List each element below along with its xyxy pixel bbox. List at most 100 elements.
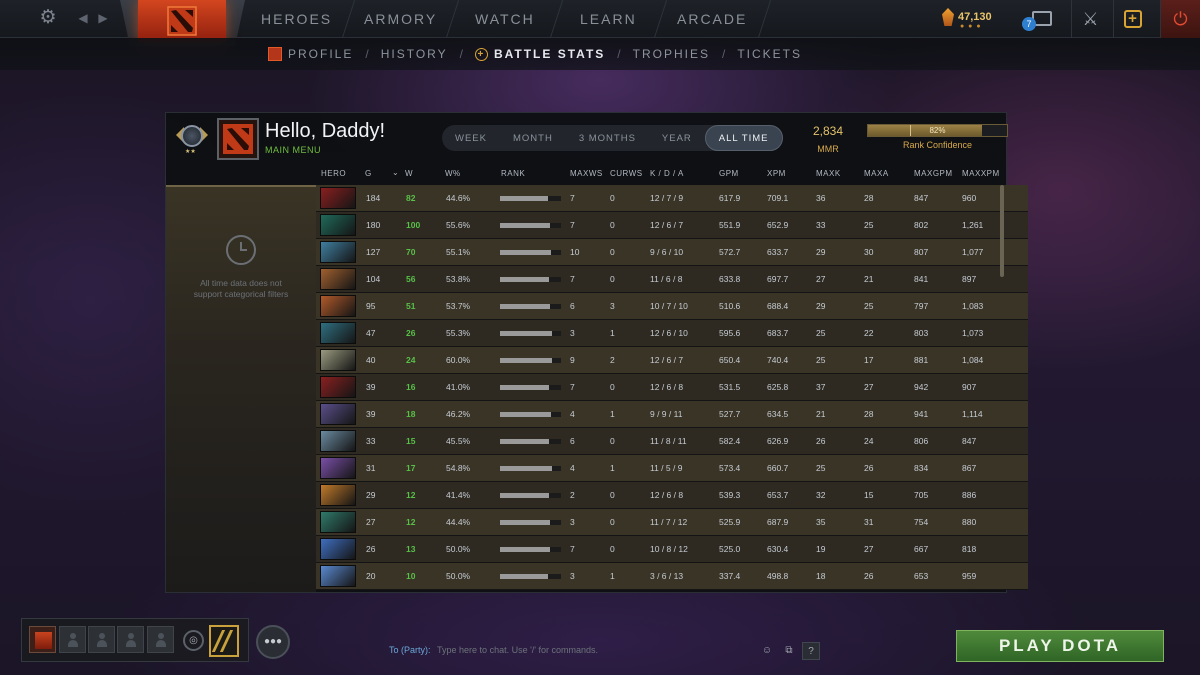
period-week[interactable]: WEEK bbox=[442, 125, 500, 151]
hero-portrait[interactable] bbox=[320, 376, 356, 398]
hero-portrait[interactable] bbox=[320, 322, 356, 344]
power-button[interactable]: ⏻ bbox=[1160, 0, 1200, 38]
chat-input[interactable] bbox=[437, 645, 738, 655]
emoji-icon[interactable]: ☺ bbox=[758, 642, 776, 660]
column-header-maxk[interactable]: MAXK bbox=[816, 169, 841, 178]
column-header-maxa[interactable]: MAXA bbox=[864, 169, 889, 178]
cell-xpm: 626.9 bbox=[767, 436, 789, 446]
tab-arcade[interactable]: ARCADE bbox=[654, 0, 772, 38]
table-row[interactable]: 39 16 41.0% 7 0 12 / 6 / 8 531.5 625.8 37 27 942 90… bbox=[316, 374, 1028, 401]
column-header-maxws[interactable]: MAXWS bbox=[570, 169, 603, 178]
forward-arrow-icon[interactable]: ▶ bbox=[96, 9, 110, 27]
party-slot-empty[interactable] bbox=[59, 626, 86, 653]
voice-chat-icon[interactable]: ◎ bbox=[183, 630, 204, 651]
help-icon[interactable]: ? bbox=[802, 642, 820, 660]
cell-curws: 0 bbox=[610, 490, 615, 500]
dota-plus-badge-icon[interactable] bbox=[209, 625, 239, 657]
party-slot-empty[interactable] bbox=[117, 626, 144, 653]
notification-badge[interactable]: 7 bbox=[1022, 17, 1036, 31]
column-header-wpct[interactable]: W% bbox=[445, 169, 461, 178]
period-3-months[interactable]: 3 MONTHS bbox=[566, 125, 649, 151]
back-arrow-icon[interactable]: ◀ bbox=[76, 9, 90, 27]
hero-portrait[interactable] bbox=[320, 538, 356, 560]
dota-logo-button[interactable] bbox=[138, 0, 226, 42]
chat-channel[interactable]: To (Party): bbox=[389, 645, 431, 655]
table-row[interactable]: 127 70 55.1% 10 0 9 / 6 / 10 572.7 633.7 29 30 807… bbox=[316, 239, 1028, 266]
friends-button[interactable]: ●●● bbox=[256, 625, 290, 659]
tab-armory[interactable]: ARMORY bbox=[342, 0, 460, 38]
period-all-time[interactable]: ALL TIME bbox=[704, 125, 783, 151]
column-header-curws[interactable]: CURWS bbox=[610, 169, 643, 178]
hero-portrait[interactable] bbox=[320, 187, 356, 209]
hero-portrait[interactable] bbox=[320, 295, 356, 317]
table-row[interactable]: 95 51 53.7% 6 3 10 / 7 / 10 510.6 688.4 29 25 797 1… bbox=[316, 293, 1028, 320]
cell-wp: 46.2% bbox=[446, 409, 471, 419]
hero-portrait[interactable] bbox=[320, 241, 356, 263]
table-row[interactable]: 27 12 44.4% 3 0 11 / 7 / 12 525.9 687.9 35 31 754 8… bbox=[316, 509, 1028, 536]
table-row[interactable]: 31 17 54.8% 4 1 11 / 5 / 9 573.4 660.7 25 26 834 86… bbox=[316, 455, 1028, 482]
settings-gear-icon[interactable]: ⚙ bbox=[38, 8, 58, 28]
column-header-w[interactable]: W bbox=[405, 169, 413, 178]
cell-kda: 12 / 6 / 7 bbox=[650, 355, 684, 365]
subnav-tickets[interactable]: TICKETS bbox=[737, 47, 802, 61]
table-row[interactable]: 47 26 55.3% 3 1 12 / 6 / 10 595.6 683.7 25 22 803 1… bbox=[316, 320, 1028, 347]
cell-maxxpm: 886 bbox=[962, 490, 977, 500]
subnav-trophies[interactable]: TROPHIES bbox=[633, 47, 710, 61]
table-row[interactable]: 39 18 46.2% 4 1 9 / 9 / 11 527.7 634.5 21 28 941 1,… bbox=[316, 401, 1028, 428]
table-row[interactable]: 20 10 50.0% 3 1 3 / 6 / 13 337.4 498.8 18 26 653 95… bbox=[316, 563, 1028, 590]
party-slot-empty[interactable] bbox=[88, 626, 115, 653]
hero-portrait[interactable] bbox=[320, 565, 356, 587]
shards-display[interactable]: 47,130 ● ● ● bbox=[942, 8, 992, 30]
period-year[interactable]: YEAR bbox=[649, 125, 705, 151]
table-row[interactable]: 40 24 60.0% 9 2 12 / 6 / 7 650.4 740.4 25 17 881 1,… bbox=[316, 347, 1028, 374]
cell-maxgpm: 806 bbox=[914, 436, 929, 446]
rank-bar-fill bbox=[500, 277, 549, 282]
tab-watch[interactable]: WATCH bbox=[446, 0, 564, 38]
table-row[interactable]: 180 100 55.6% 7 0 12 / 6 / 7 551.9 652.9 33 25 802… bbox=[316, 212, 1028, 239]
cell-xpm: 634.5 bbox=[767, 409, 789, 419]
subnav-profile[interactable]: PROFILE bbox=[268, 47, 353, 61]
subnav-history[interactable]: HISTORY bbox=[381, 47, 448, 61]
tab-learn[interactable]: LEARN bbox=[550, 0, 668, 38]
hero-portrait[interactable] bbox=[320, 457, 356, 479]
table-row[interactable]: 104 56 53.8% 7 0 11 / 6 / 8 633.8 697.7 27 21 841 8… bbox=[316, 266, 1028, 293]
column-header-maxxpm[interactable]: MAXXPM bbox=[962, 169, 1000, 178]
rank-bar bbox=[500, 196, 561, 201]
hero-portrait[interactable] bbox=[320, 484, 356, 506]
hero-portrait[interactable] bbox=[320, 214, 356, 236]
screenshot-icon[interactable]: ⧉ bbox=[780, 642, 798, 660]
dota-plus-button[interactable]: + bbox=[1113, 0, 1151, 38]
hero-portrait[interactable] bbox=[320, 268, 356, 290]
hero-portrait[interactable] bbox=[320, 403, 356, 425]
column-header-maxgpm[interactable]: MAXGPM bbox=[914, 169, 953, 178]
cell-maxws: 4 bbox=[570, 409, 575, 419]
party-slot-empty[interactable] bbox=[147, 626, 174, 653]
subnav-battle-stats[interactable]: + BATTLE STATS bbox=[474, 47, 605, 61]
shard-icon bbox=[942, 8, 954, 26]
inventory-icon[interactable]: ⚔ bbox=[1071, 0, 1109, 38]
column-header-rank[interactable]: RANK bbox=[501, 169, 525, 178]
avatar[interactable] bbox=[217, 118, 259, 160]
stats-table-body[interactable]: 184 82 44.6% 7 0 12 / 7 / 9 617.9 709.1 36 28 847 9… bbox=[316, 185, 1028, 592]
hero-portrait[interactable] bbox=[320, 349, 356, 371]
table-scrollbar[interactable] bbox=[1000, 185, 1004, 277]
hero-portrait[interactable] bbox=[320, 430, 356, 452]
play-dota-button[interactable]: PLAY DOTA bbox=[956, 630, 1164, 662]
table-row[interactable]: 33 15 45.5% 6 0 11 / 8 / 11 582.4 626.9 26 24 806 8… bbox=[316, 428, 1028, 455]
table-row[interactable]: 184 82 44.6% 7 0 12 / 7 / 9 617.9 709.1 36 28 847 9… bbox=[316, 185, 1028, 212]
hero-portrait[interactable] bbox=[320, 511, 356, 533]
table-row[interactable]: 26 13 50.0% 7 0 10 / 8 / 12 525.0 630.4 19 27 667 8… bbox=[316, 536, 1028, 563]
column-header-k-d-a[interactable]: K / D / A bbox=[650, 169, 684, 178]
column-header-gpm[interactable]: GPM bbox=[719, 169, 739, 178]
cell-maxxpm: 1,261 bbox=[962, 220, 984, 230]
cell-maxxpm: 1,114 bbox=[962, 409, 983, 419]
tab-heroes[interactable]: HEROES bbox=[238, 0, 356, 38]
column-header-xpm[interactable]: XPM bbox=[767, 169, 786, 178]
column-header-g[interactable]: G bbox=[365, 169, 372, 178]
party-slot-self[interactable] bbox=[29, 626, 56, 653]
column-header-hero[interactable]: HERO bbox=[321, 169, 346, 178]
table-row[interactable]: 29 12 41.4% 2 0 12 / 6 / 8 539.3 653.7 32 15 705 88… bbox=[316, 482, 1028, 509]
sort-chevron-icon[interactable]: ⌄ bbox=[392, 168, 399, 177]
main-menu-link[interactable]: MAIN MENU bbox=[265, 145, 321, 155]
period-month[interactable]: MONTH bbox=[500, 125, 566, 151]
